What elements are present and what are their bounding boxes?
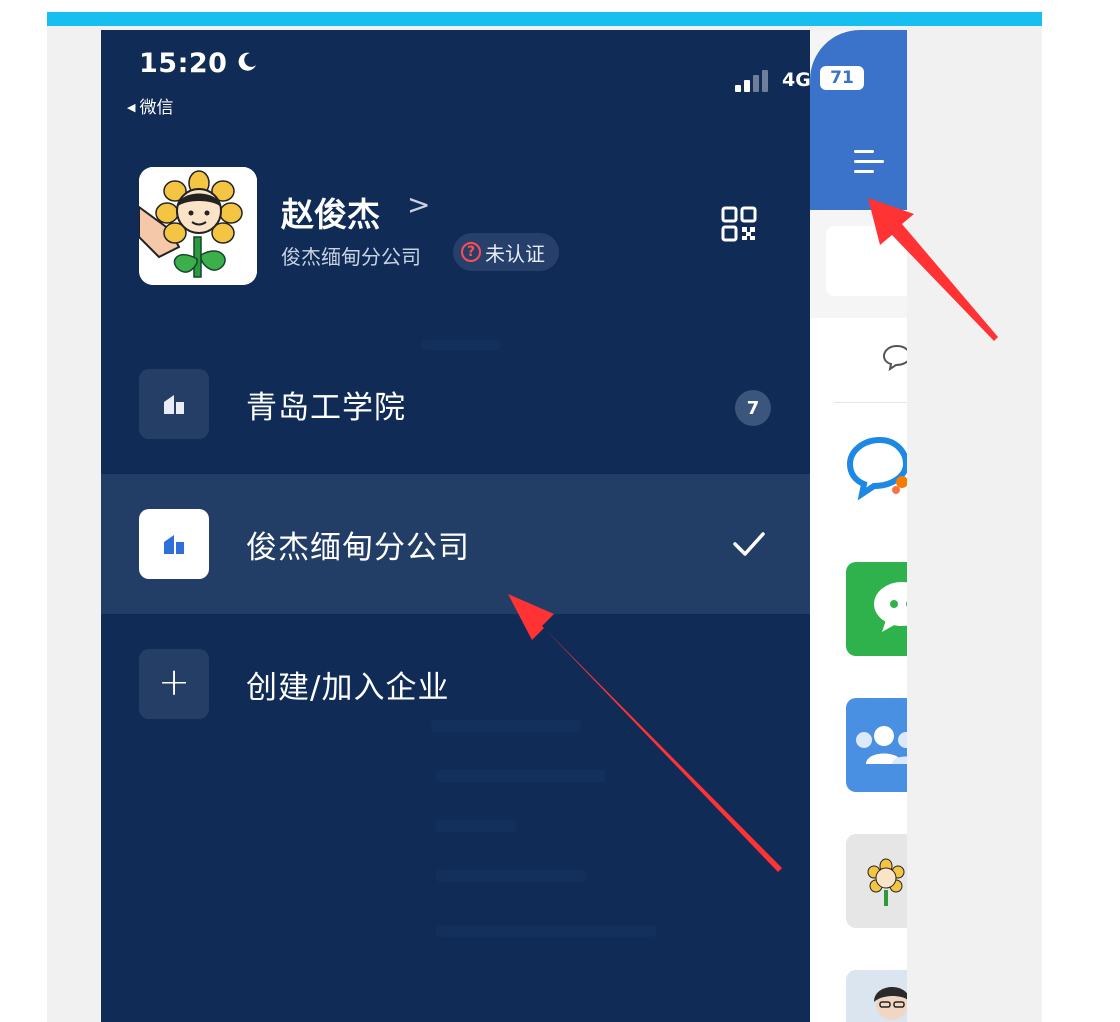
app-chat-icon[interactable]: [846, 434, 907, 504]
contact-avatar-tile[interactable]: [846, 834, 907, 928]
conversation-list: [810, 318, 907, 1022]
back-to-app-link[interactable]: ◀ 微信: [127, 93, 173, 118]
group-app-tile[interactable]: [846, 698, 907, 792]
certification-badge[interactable]: ? 未认证: [453, 233, 559, 271]
phone-screen: 15:20 ◀ 微信 4G 赵俊杰 > 俊杰缅甸分公司 ? 未认证 青岛工学院 …: [101, 30, 907, 1022]
org-icon: [139, 509, 209, 579]
check-icon: [733, 532, 765, 556]
org-item-selected[interactable]: 俊杰缅甸分公司: [101, 474, 810, 614]
current-company-label: 俊杰缅甸分公司: [281, 245, 421, 269]
battery-indicator: 71: [820, 66, 864, 90]
group-icon: [856, 726, 907, 764]
background-ghost: [436, 770, 606, 782]
moon-icon: [238, 52, 256, 71]
building-icon: [164, 535, 184, 554]
plus-icon-box: +: [139, 649, 209, 719]
user-name[interactable]: 赵俊杰: [281, 188, 380, 236]
search-box[interactable]: [826, 226, 907, 296]
unread-badge: 7: [735, 390, 771, 426]
sunflower-avatar-image: [139, 167, 257, 285]
menu-icon[interactable]: [854, 148, 888, 176]
certification-label: 未认证: [485, 241, 545, 266]
background-ghost: [436, 820, 516, 832]
plus-icon: +: [158, 660, 190, 704]
wechat-app-tile[interactable]: [846, 562, 907, 656]
sunflower-avatar-small: [867, 858, 905, 906]
avatar[interactable]: [139, 167, 257, 285]
person-photo: [874, 987, 907, 1020]
background-ghost: [436, 870, 586, 882]
qr-code-icon[interactable]: [721, 206, 757, 242]
contact-photo-tile[interactable]: [846, 970, 907, 1022]
org-item-qingdao[interactable]: 青岛工学院 7: [101, 334, 810, 474]
wechat-icon: [874, 582, 907, 632]
building-icon: [164, 395, 184, 414]
back-app-label: 微信: [139, 98, 174, 118]
create-join-org-item[interactable]: + 创建/加入企业: [101, 614, 810, 754]
org-label: 创建/加入企业: [246, 670, 450, 706]
question-icon: ?: [461, 242, 481, 262]
main-header: 71: [810, 30, 907, 210]
status-time: 15:20: [139, 48, 228, 79]
background-ghost: [436, 925, 656, 937]
chat-bubble-icon[interactable]: [882, 342, 907, 372]
org-label: 俊杰缅甸分公司: [246, 530, 470, 566]
org-label: 青岛工学院: [246, 390, 406, 426]
top-banner: [47, 12, 1042, 26]
signal-icon: [735, 70, 768, 92]
chevron-right-icon[interactable]: >: [407, 188, 430, 221]
org-switch-drawer: 15:20 ◀ 微信 4G 赵俊杰 > 俊杰缅甸分公司 ? 未认证 青岛工学院 …: [101, 30, 811, 1022]
screenshot-canvas: 15:20 ◀ 微信 4G 赵俊杰 > 俊杰缅甸分公司 ? 未认证 青岛工学院 …: [47, 26, 1042, 1022]
background-main-page: 71: [810, 30, 907, 1022]
network-type: 4G: [782, 69, 811, 91]
divider: [834, 402, 907, 403]
org-icon: [139, 369, 209, 439]
